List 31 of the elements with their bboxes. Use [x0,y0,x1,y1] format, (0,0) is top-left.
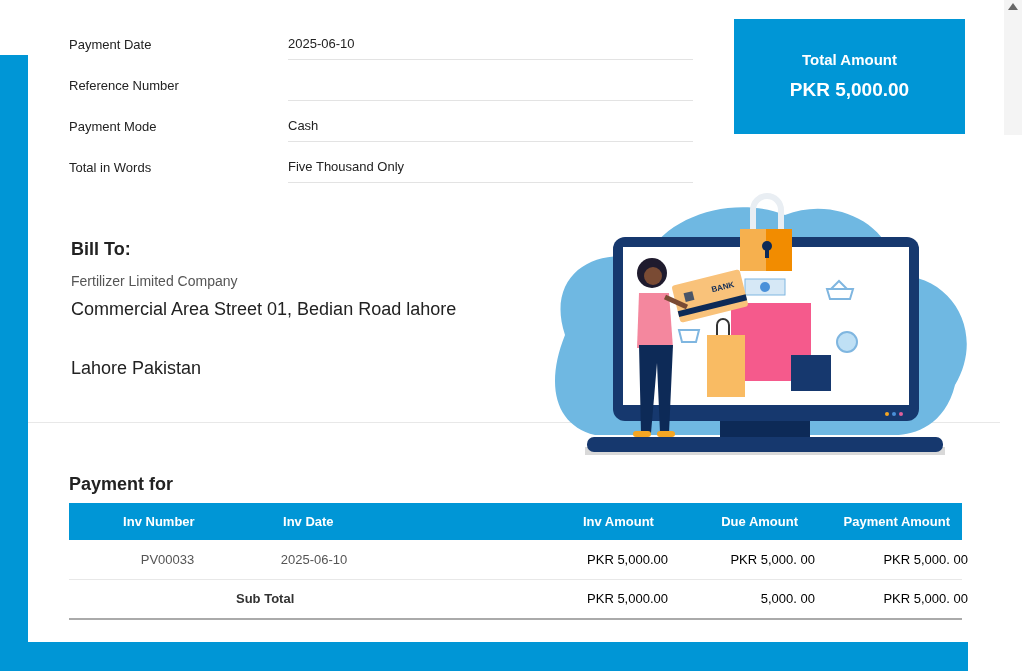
city-line: Lahore Pakistan [71,357,203,380]
table-cell: PKR 5,000. 00 [883,551,968,567]
table-cell: PKR 5,000.00 [587,591,668,607]
card-label: BANK [710,280,736,295]
field-label: Payment Date [69,35,153,54]
field-value: 2025-06-10 [288,29,693,60]
column-header: Due Amount [721,513,798,529]
subtotal-label: Sub Total [236,591,295,607]
field-value: Five Thousand Only [288,152,693,183]
total-value: PKR 5,000.00 [789,77,910,102]
field-label: Payment Mode [69,117,158,136]
bill-to-heading: Bill To: [71,238,132,261]
table-cell: PKR 5,000.00 [587,551,668,567]
company-name: Fertilizer Limited Company [71,272,239,291]
table-cell: PKR 5,000. 00 [730,551,815,567]
scroll-up-icon[interactable] [1008,3,1018,10]
column-header: Inv Number [123,513,195,529]
field-label: Total in Words [69,158,153,177]
scrollbar[interactable] [1004,0,1022,135]
address-line: Commercial Area Street 01, Bedian Road lahore [71,298,458,321]
table-cell: PKR 5,000. 00 [883,591,968,607]
field-value: Cash [288,111,693,142]
column-header: Payment Amount [843,513,950,529]
total-label: Total Amount [802,50,897,70]
table-cell: 2025-06-10 [280,551,348,567]
payment-for-heading: Payment for [69,473,175,496]
column-header: Inv Date [283,513,334,529]
table-cell: PV00033 [140,551,195,567]
table-cell: 5,000. 00 [760,591,815,607]
column-header: Inv Amount [582,513,654,529]
field-label: Reference Number [69,76,180,95]
